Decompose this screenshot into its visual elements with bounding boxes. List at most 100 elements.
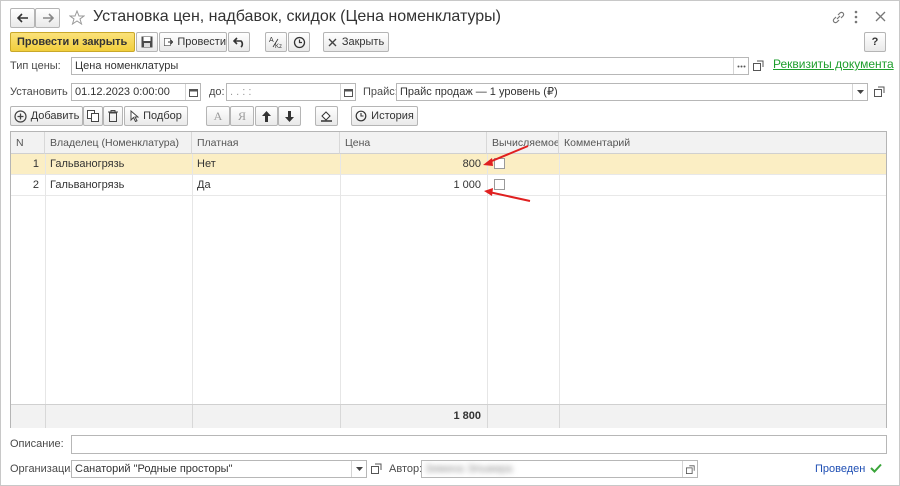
to-field[interactable]: . . : : [226, 83, 356, 101]
floppy-disk-icon [141, 36, 153, 48]
annotation-arrowhead-down [484, 188, 493, 196]
back-button[interactable] [10, 8, 35, 28]
pricelist-value: Прайс продаж — 1 уровень (₽) [400, 86, 558, 98]
pick-label: Подбор [143, 110, 182, 122]
row-price[interactable]: 1 000 [340, 175, 487, 195]
column-divider [192, 154, 193, 404]
cursor-icon [130, 110, 140, 122]
arrow-left-icon [16, 13, 28, 23]
column-divider [45, 154, 46, 404]
spellcheck-icon: AKz [269, 37, 282, 49]
undo-post-button[interactable] [228, 32, 250, 52]
row-number: 2 [32, 179, 39, 191]
document-details-link[interactable]: Реквизиты документа [773, 57, 894, 71]
history-button[interactable]: История [351, 106, 418, 126]
pricelist-field[interactable]: Прайс продаж — 1 уровень (₽) [396, 83, 868, 101]
column-divider [45, 405, 46, 428]
star-icon[interactable] [69, 10, 85, 25]
price-type-value: Цена номенклатуры [75, 60, 179, 72]
close-label: Закрыть [341, 36, 385, 48]
col-header-n[interactable]: N [11, 132, 45, 154]
open-icon[interactable] [753, 60, 764, 71]
open-icon[interactable] [371, 463, 382, 474]
pick-button[interactable]: Подбор [124, 106, 188, 126]
add-row-button[interactable]: Добавить [10, 106, 83, 126]
author-open-button[interactable] [682, 461, 697, 477]
svg-text:A: A [269, 37, 274, 44]
organization-dropdown-button[interactable] [351, 461, 366, 477]
post-and-close-label: Провести и закрыть [17, 36, 128, 48]
trash-icon [108, 110, 118, 122]
sort-ya-button[interactable]: Я [230, 106, 254, 126]
column-divider [559, 154, 560, 404]
move-down-button[interactable] [278, 106, 301, 126]
delete-row-button[interactable] [103, 106, 123, 126]
col-header-paid[interactable]: Платная [192, 132, 340, 154]
fill-bucket-icon [321, 111, 332, 122]
col-header-owner[interactable]: Владелец (Номенклатура) [45, 132, 192, 154]
ellipsis-icon [737, 65, 745, 67]
column-divider [192, 405, 193, 428]
organization-value: Санаторий "Родные просторы" [75, 463, 233, 475]
col-header-price[interactable]: Цена [340, 132, 487, 154]
set-from-value: 01.12.2023 0:00:00 [75, 86, 170, 98]
spellcheck-button[interactable]: A Kz [265, 32, 287, 52]
row-owner[interactable]: Гальваногрязь [45, 175, 192, 195]
more-icon[interactable] [854, 10, 858, 24]
total-price: 1 800 [453, 410, 481, 422]
help-button[interactable]: ? [864, 32, 886, 52]
row-price[interactable]: 800 [340, 154, 487, 174]
post-and-close-button[interactable]: Провести и закрыть [10, 32, 135, 52]
annotation-arrows [483, 145, 531, 202]
column-divider [487, 405, 488, 428]
calendar-button-from[interactable] [185, 84, 200, 100]
table-row[interactable]: 2 Гальваногрязь Да 1 000 [11, 175, 886, 196]
table-footer: 1 800 [11, 404, 886, 428]
price-type-label: Тип цены: [10, 60, 61, 72]
close-button[interactable]: Закрыть [323, 32, 389, 52]
annotation-arrowhead-up [483, 158, 493, 166]
calendar-icon [188, 88, 198, 97]
row-number: 1 [32, 158, 39, 170]
post-document-icon [164, 38, 174, 46]
undo-arrow-icon [232, 36, 243, 48]
svg-text:Kz: Kz [275, 44, 282, 49]
author-value: Зимина Эльмира [425, 463, 513, 475]
sort-a-button[interactable]: A [206, 106, 230, 126]
table-row[interactable]: 1 Гальваногрязь Нет 800 [11, 154, 886, 175]
history-label: История [371, 110, 414, 122]
history-button-top[interactable] [288, 32, 310, 52]
fill-button[interactable] [315, 106, 338, 126]
help-label: ? [871, 36, 879, 48]
move-up-button[interactable] [255, 106, 278, 126]
column-divider [559, 405, 560, 428]
row-paid[interactable]: Да [192, 175, 340, 195]
annotation-arrow-up [486, 145, 529, 164]
copy-row-button[interactable] [83, 106, 103, 126]
save-button[interactable] [136, 32, 158, 52]
set-from-field[interactable]: 01.12.2023 0:00:00 [71, 83, 201, 101]
plus-circle-icon [14, 109, 27, 123]
open-icon[interactable] [874, 86, 885, 97]
font-a-label: A [213, 108, 223, 123]
organization-field[interactable]: Санаторий "Родные просторы" [71, 460, 367, 478]
set-from-label: Установить с: [10, 86, 80, 98]
prices-table: N Владелец (Номенклатура) Платная Цена В… [10, 131, 887, 428]
author-label: Автор: [389, 463, 423, 475]
row-paid[interactable]: Нет [192, 154, 340, 174]
close-icon[interactable] [875, 11, 886, 22]
link-icon[interactable] [832, 11, 845, 24]
price-type-field[interactable]: Цена номенклатуры [71, 57, 749, 75]
select-dots-button[interactable] [733, 58, 748, 74]
forward-button[interactable] [35, 8, 60, 28]
post-button[interactable]: Провести [159, 32, 227, 52]
calendar-icon [343, 88, 353, 97]
pricelist-dropdown-button[interactable] [852, 84, 867, 100]
col-header-comment[interactable]: Комментарий [559, 132, 886, 154]
author-field[interactable]: Зимина Эльмира [421, 460, 698, 478]
row-owner[interactable]: Гальваногрязь [45, 154, 192, 174]
arrow-right-icon [42, 13, 54, 23]
chevron-down-icon [355, 467, 363, 471]
calendar-button-to[interactable] [340, 84, 355, 100]
description-field[interactable] [71, 435, 887, 454]
